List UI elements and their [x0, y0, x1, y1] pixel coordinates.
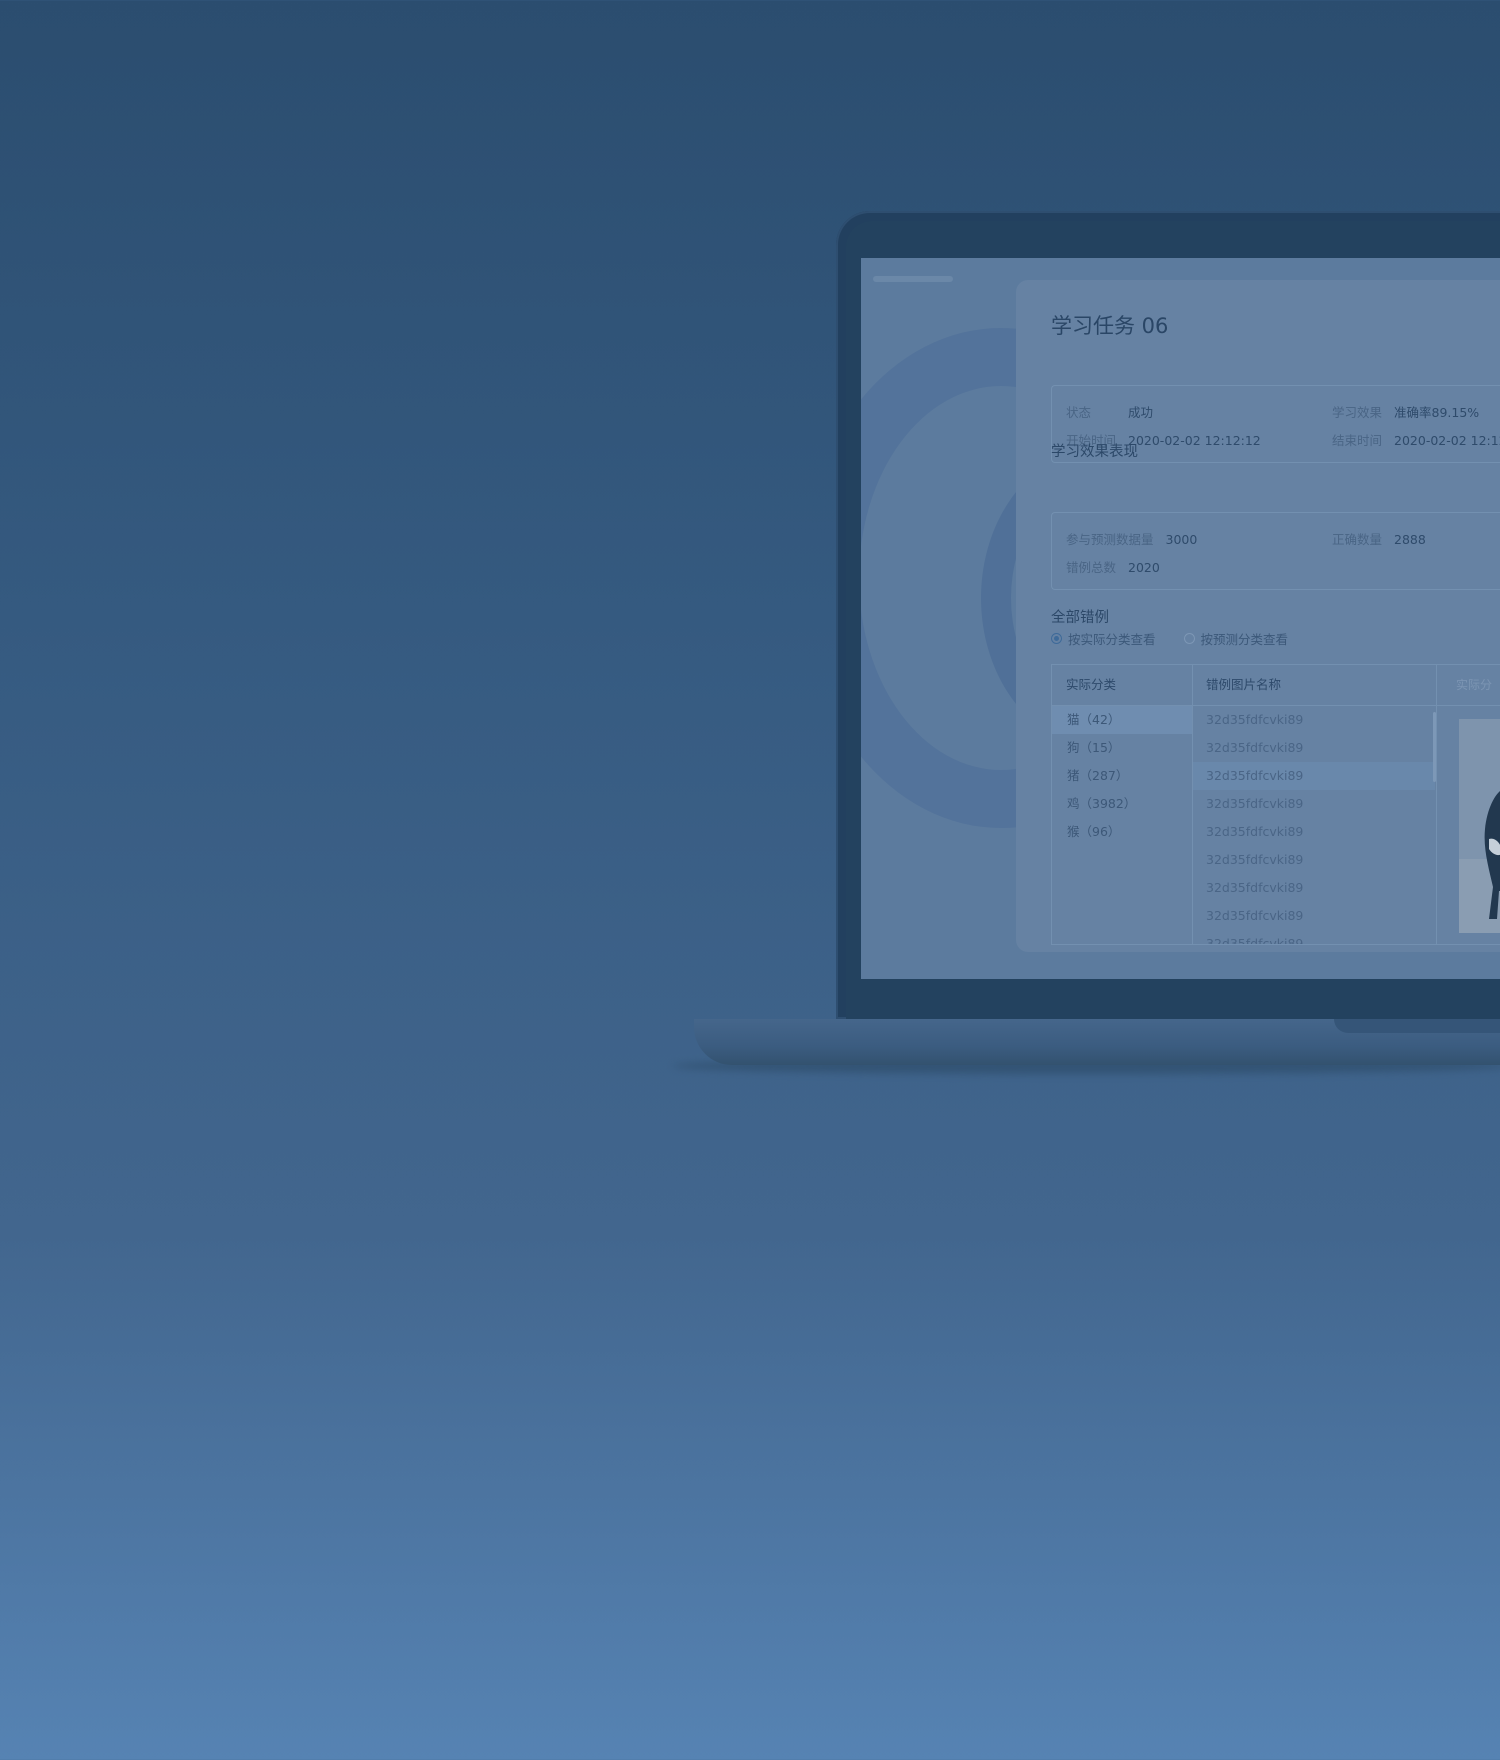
- radio-by-actual-label: 按实际分类查看: [1068, 632, 1156, 647]
- page-title: 学习任务 06: [1051, 314, 1169, 338]
- column-header-image-name: 错例图片名称: [1206, 677, 1282, 692]
- end-time-label: 结束时间: [1332, 433, 1383, 448]
- task-detail-card: 学习任务 06 状态 成功 开始时间 2020-02-02 12:12:12 学习效…: [1016, 280, 1500, 952]
- view-mode-radio-group: 按实际分类查看 按预测分类查看: [1051, 629, 1288, 648]
- error-image-item[interactable]: 32d35fdfcvki89: [1193, 734, 1435, 762]
- radio-checked-icon[interactable]: [1051, 633, 1062, 644]
- effect-section-title: 学习效果表现: [1051, 444, 1138, 460]
- column-divider: [1436, 665, 1437, 944]
- error-image-item[interactable]: 32d35fdfcvki89: [1193, 790, 1435, 818]
- error-image-item[interactable]: 32d35fdfcvki89: [1193, 818, 1435, 846]
- category-item[interactable]: 猫（42）: [1052, 706, 1192, 734]
- category-list: 猫（42） 狗（15） 猪（287） 鸡（3982） 猴（96）: [1052, 706, 1192, 846]
- error-image-item[interactable]: 32d35fdfcvki89: [1193, 762, 1435, 790]
- status-value: 成功: [1128, 405, 1154, 420]
- category-item[interactable]: 猴（96）: [1052, 818, 1192, 846]
- error-image-preview: [1459, 719, 1500, 933]
- correct-count-field: 正确数量 2888: [1332, 529, 1426, 548]
- error-cases-table: 实际分类 错例图片名称 实际分 猫（42） 狗（15） 猪（287） 鸡（398…: [1051, 664, 1500, 945]
- errors-section-title: 全部错例: [1051, 610, 1109, 626]
- radio-by-predicted[interactable]: 按预测分类查看: [1183, 629, 1289, 648]
- correct-count-value: 2888: [1394, 532, 1426, 547]
- radio-by-actual[interactable]: 按实际分类查看: [1051, 629, 1156, 648]
- column-header-preview: 实际分: [1456, 678, 1493, 692]
- category-item[interactable]: 鸡（3982）: [1052, 790, 1192, 818]
- category-item[interactable]: 狗（15）: [1052, 734, 1192, 762]
- laptop-screen: 学习任务 06 状态 成功 开始时间 2020-02-02 12:12:12 学习效…: [861, 258, 1500, 979]
- correct-count-label: 正确数量: [1332, 532, 1383, 547]
- error-image-item[interactable]: 32d35fdfcvki89: [1193, 930, 1435, 944]
- category-item[interactable]: 猪（287）: [1052, 762, 1192, 790]
- predict-count-label: 参与预测数据量: [1066, 532, 1154, 547]
- learning-effect-field: 学习效果 准确率89.15%: [1332, 402, 1479, 421]
- status-field: 状态 成功: [1066, 402, 1153, 421]
- error-total-field: 错例总数 2020: [1066, 557, 1160, 576]
- column-header-category: 实际分类: [1066, 677, 1117, 692]
- effect-info-box: 参与预测数据量 3000 错例总数 2020 正确数量 2888: [1051, 512, 1500, 590]
- error-image-item[interactable]: 32d35fdfcvki89: [1193, 846, 1435, 874]
- predict-count-value: 3000: [1165, 532, 1198, 547]
- error-image-item[interactable]: 32d35fdfcvki89: [1193, 902, 1435, 930]
- radio-by-predicted-label: 按预测分类查看: [1200, 632, 1289, 647]
- radio-unchecked-icon[interactable]: [1183, 633, 1195, 644]
- error-image-list: 32d35fdfcvki89 32d35fdfcvki89 32d35fdfcv…: [1193, 706, 1435, 944]
- end-time-field: 结束时间 2020-02-02 12:12: [1332, 430, 1500, 449]
- error-image-item[interactable]: 32d35fdfcvki89: [1193, 874, 1435, 902]
- learning-effect-label: 学习效果: [1332, 405, 1383, 420]
- error-total-value: 2020: [1128, 560, 1160, 575]
- dog-photo-icon: [1459, 719, 1500, 933]
- laptop-mockup: 学习任务 06 状态 成功 开始时间 2020-02-02 12:12:12 学习效…: [0, 0, 1500, 1100]
- start-time-value: 2020-02-02 12:12:12: [1128, 433, 1261, 448]
- background-logo: [873, 276, 953, 282]
- predict-count-field: 参与预测数据量 3000: [1066, 529, 1197, 548]
- end-time-value: 2020-02-02 12:12: [1394, 433, 1500, 448]
- laptop-base-notch: [1334, 1019, 1500, 1033]
- list-scrollbar[interactable]: [1433, 712, 1436, 782]
- learning-effect-value: 准确率89.15%: [1394, 405, 1480, 420]
- error-image-item[interactable]: 32d35fdfcvki89: [1193, 706, 1435, 734]
- error-total-label: 错例总数: [1066, 560, 1117, 575]
- status-label: 状态: [1066, 405, 1092, 420]
